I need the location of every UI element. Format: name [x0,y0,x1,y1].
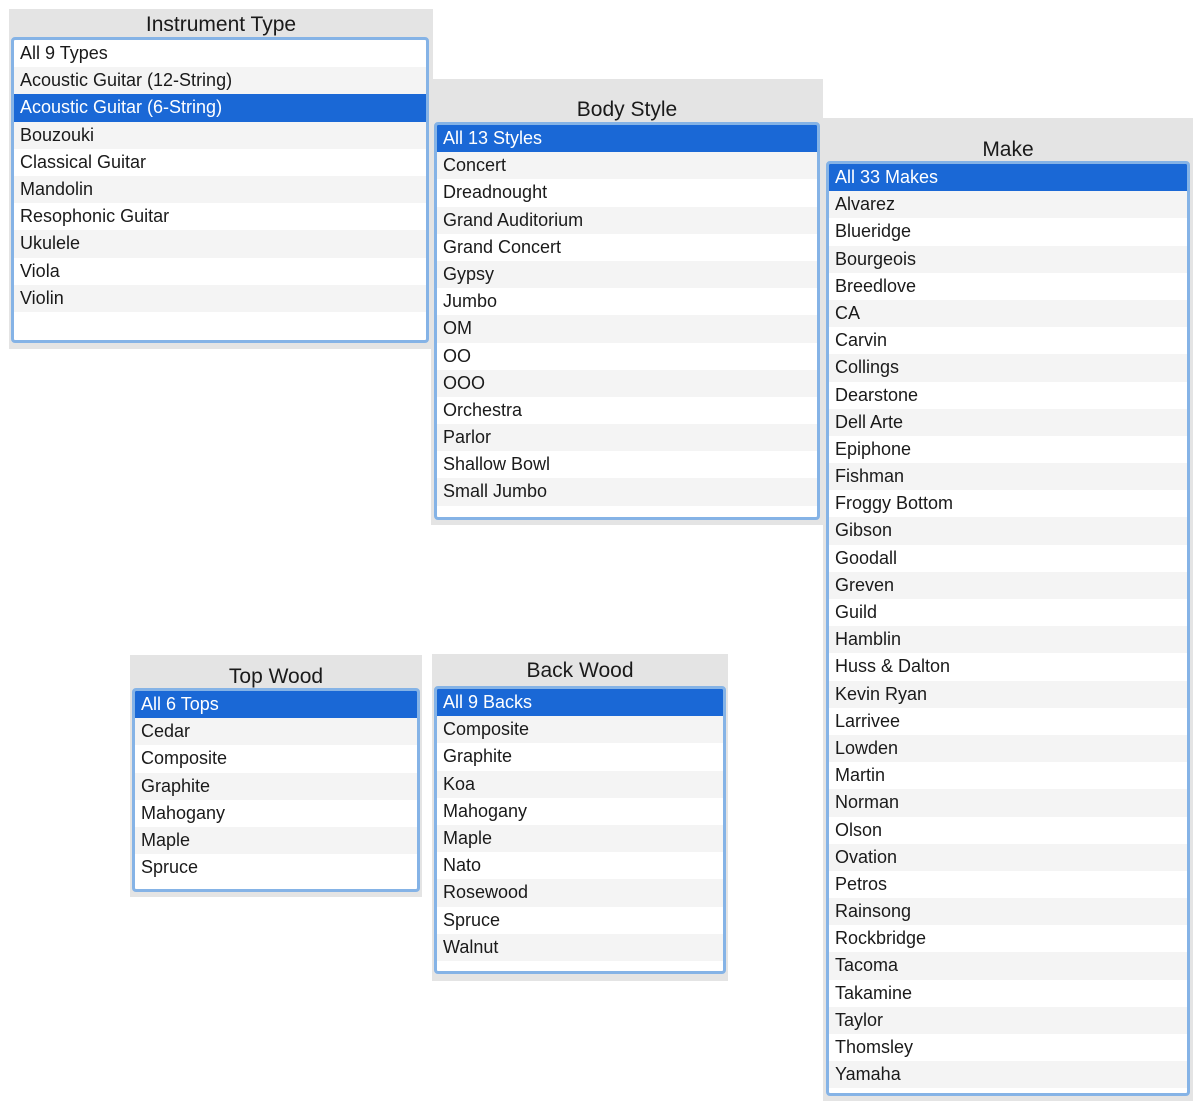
instrument-type-panel: Instrument Type All 9 Types Acoustic Guit… [9,9,433,349]
list-item[interactable]: Tacoma [829,952,1187,980]
list-item[interactable]: CA [829,299,1187,328]
instrument-type-title: Instrument Type [145,13,297,36]
list-item[interactable]: Rainsong [829,898,1187,926]
list-item[interactable]: Breedlove [829,273,1187,300]
list-item[interactable]: Classical Guitar [14,149,426,176]
back-wood-list[interactable]: All 9 Backs Composite Graphite Koa Mahogany M… [434,686,726,974]
list-item[interactable]: Mahogany [135,800,417,827]
list-item[interactable]: Graphite [437,743,723,770]
list-item[interactable]: Ovation [829,843,1187,871]
top-wood-list[interactable]: All 6 Tops Cedar Composite Graphite Mahogany… [132,688,420,892]
list-item[interactable]: Dreadnought [437,179,817,206]
list-item[interactable]: Greven [829,571,1187,599]
make-title: Make [982,138,1034,161]
list-item[interactable]: Walnut [437,933,723,961]
list-item[interactable]: Dell Arte [829,408,1187,436]
list-item[interactable]: OOO [437,369,817,397]
list-item[interactable]: Koa [437,770,723,798]
list-item[interactable]: Grand Auditorium [437,206,817,234]
list-item[interactable]: Collings [829,354,1187,382]
list-item[interactable]: All 9 Backs [437,689,723,717]
list-item[interactable]: Bourgeois [829,245,1187,273]
list-item[interactable]: Maple [437,824,723,853]
body-style-panel: Body Style All 13 Styles Concert Dreadnoug… [431,79,823,525]
list-item[interactable]: Spruce [135,854,417,881]
list-item[interactable]: Gibson [829,517,1187,545]
list-item[interactable]: Acoustic Guitar (12-String) [14,67,426,95]
list-item[interactable]: Takamine [829,980,1187,1007]
list-item[interactable]: Kevin Ryan [829,680,1187,708]
list-item[interactable]: Dearstone [829,382,1187,409]
list-item[interactable]: Small Jumbo [437,478,817,506]
list-item[interactable]: OO [437,343,817,370]
list-item[interactable]: Blueridge [829,218,1187,245]
list-item[interactable]: Composite [135,745,417,772]
list-item[interactable]: Orchestra [437,397,817,424]
list-item[interactable]: Spruce [437,907,723,934]
list-item[interactable]: Nato [437,852,723,879]
list-item[interactable]: Maple [135,826,417,855]
body-style-title: Body Style [576,98,678,121]
list-item[interactable]: Yamaha [829,1061,1187,1089]
list-item[interactable]: All 13 Styles [437,125,817,153]
list-item[interactable]: Parlor [437,424,817,452]
top-wood-panel: Top Wood All 6 Tops Cedar Composite Graphit… [130,655,422,897]
list-item[interactable]: All 6 Tops [135,691,417,719]
list-item[interactable]: Gypsy [437,260,817,289]
list-item[interactable]: Rockbridge [829,925,1187,952]
list-item[interactable]: Larrivee [829,708,1187,735]
top-wood-title: Top Wood [228,665,324,688]
body-style-list[interactable]: All 13 Styles Concert Dreadnought Grand Aud… [434,122,820,520]
list-item[interactable]: Lowden [829,734,1187,763]
list-item[interactable]: Goodall [829,545,1187,572]
list-item[interactable]: Graphite [135,772,417,800]
back-wood-title: Back Wood [526,659,634,682]
list-item[interactable]: Carvin [829,327,1187,354]
list-item[interactable]: Mahogany [437,798,723,825]
list-item[interactable]: All 33 Makes [829,164,1187,192]
instrument-type-list[interactable]: All 9 Types Acoustic Guitar (12-String) Ac… [11,37,429,343]
list-item[interactable]: Epiphone [829,436,1187,463]
list-item[interactable]: Olson [829,817,1187,844]
list-item[interactable]: Taylor [829,1006,1187,1034]
list-item[interactable]: Thomsley [829,1034,1187,1061]
list-item[interactable]: Shallow Bowl [437,451,817,478]
list-item[interactable]: Bouzouki [14,121,426,149]
list-item[interactable]: All 9 Types [14,40,426,67]
list-item[interactable]: Grand Concert [437,234,817,261]
list-item[interactable]: Cedar [135,718,417,746]
list-item[interactable]: Mandolin [14,175,426,204]
make-list[interactable]: All 33 Makes Alvarez Blueridge Bourgeois Bre… [826,161,1190,1096]
list-item[interactable]: Resophonic Guitar [14,203,426,230]
list-item[interactable]: Petros [829,871,1187,898]
list-item[interactable]: Ukulele [14,230,426,258]
list-item[interactable]: Hamblin [829,626,1187,654]
back-wood-panel: Back Wood All 9 Backs Composite Graphite Ko… [432,654,728,981]
list-item[interactable]: Froggy Bottom [829,490,1187,517]
list-item[interactable]: Fishman [829,463,1187,491]
list-item[interactable]: Concert [437,152,817,180]
make-panel: Make All 33 Makes Alvarez Blueridge Bourgeo… [823,118,1193,1101]
list-item[interactable]: Norman [829,789,1187,817]
list-item[interactable]: Alvarez [829,191,1187,219]
list-item[interactable]: Huss & Dalton [829,653,1187,680]
list-item[interactable]: Guild [829,599,1187,626]
list-item[interactable]: Martin [829,762,1187,789]
list-item[interactable]: Rosewood [437,879,723,907]
list-item[interactable]: Jumbo [437,288,817,315]
list-item[interactable]: Viola [14,258,426,285]
list-item[interactable]: Composite [437,716,723,744]
list-item[interactable]: Acoustic Guitar (6-String) [14,94,426,122]
list-item[interactable]: Violin [14,284,426,312]
list-item[interactable]: OM [437,315,817,343]
